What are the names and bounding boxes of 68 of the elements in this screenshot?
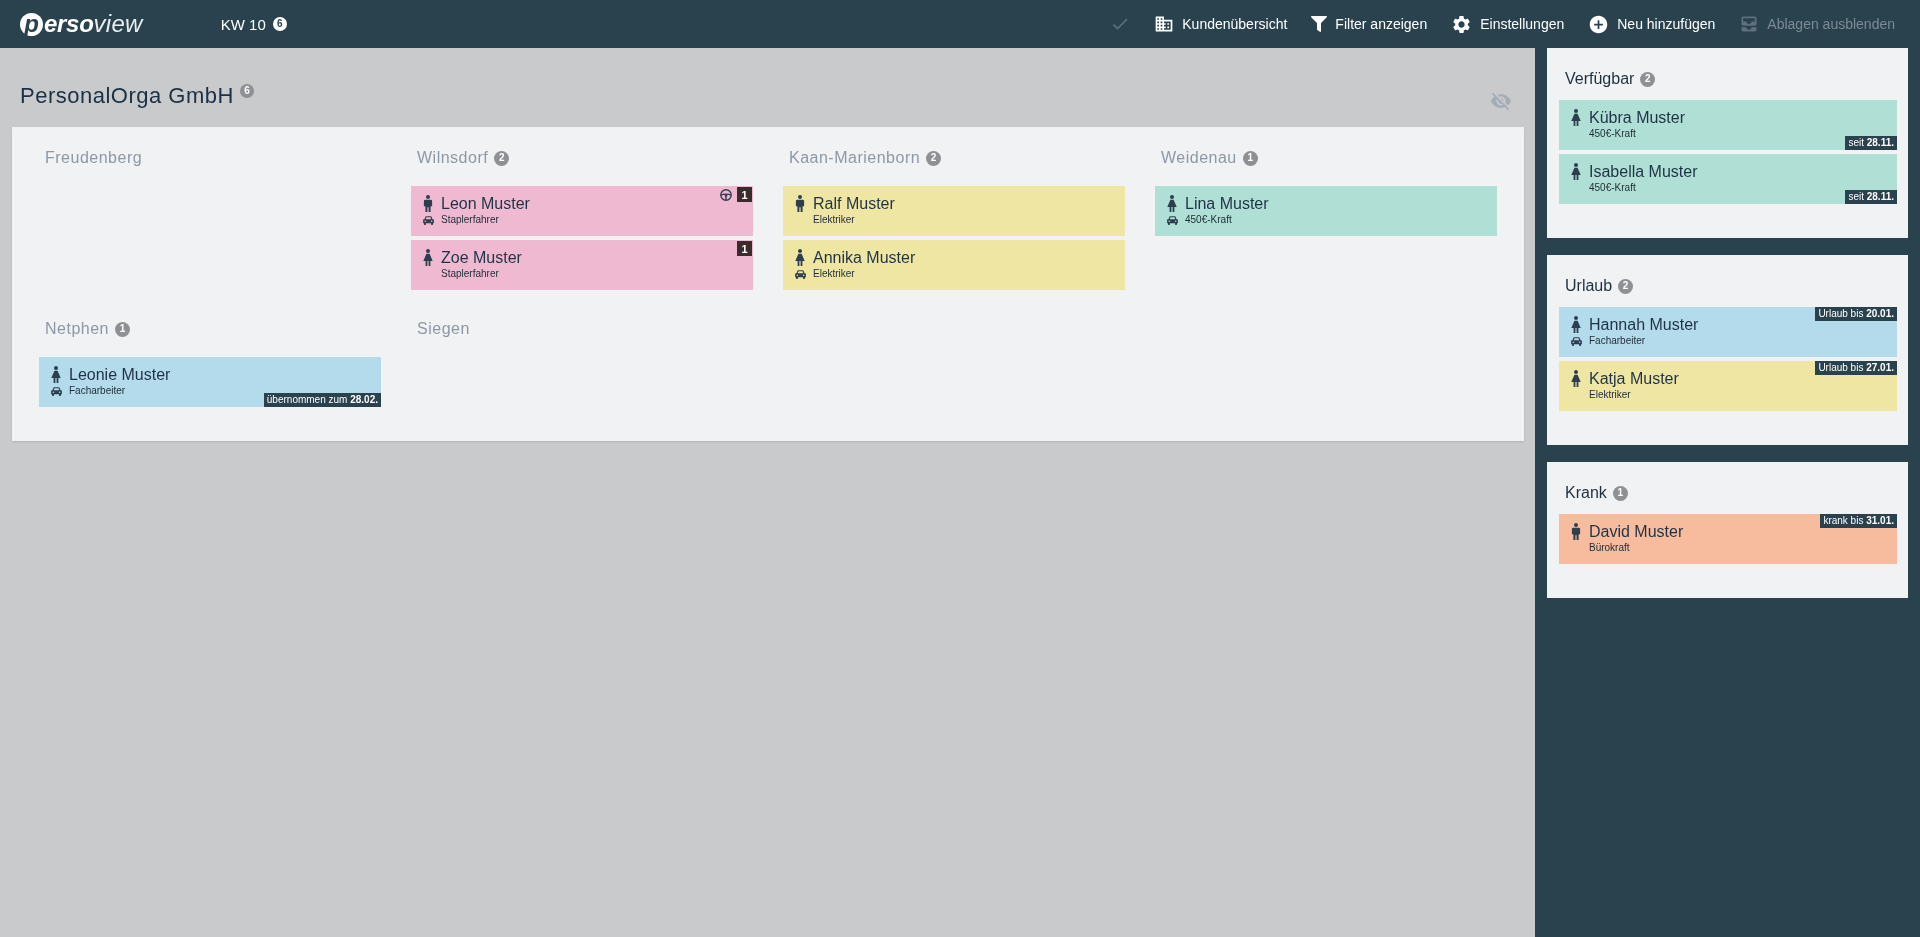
location-title: Weidenau xyxy=(1161,149,1237,167)
count-badge: 1 xyxy=(1612,485,1628,501)
inbox-tray-icon xyxy=(1739,14,1760,34)
role-label: Elektriker xyxy=(1589,389,1632,401)
panel-title: Verfügbar xyxy=(1565,70,1635,88)
role-label: Staplerfahrer xyxy=(441,214,500,226)
building-icon xyxy=(1154,14,1175,34)
status-tag: seit 28.11. xyxy=(1845,136,1897,150)
person-card[interactable]: Annika Muster Elektriker xyxy=(783,240,1125,290)
week-selector[interactable]: KW 10 6 xyxy=(220,15,287,33)
role-label: Bürokraft xyxy=(1589,542,1631,554)
person-name: Isabella Muster xyxy=(1589,162,1698,181)
panel-title: Urlaub xyxy=(1565,277,1613,295)
count-badge: 6 xyxy=(239,84,254,98)
person-name: Leonie Muster xyxy=(69,365,171,384)
person-name: Ralf Muster xyxy=(813,194,895,213)
person-card[interactable]: Zoe Muster Staplerfahrer 1 xyxy=(411,240,753,290)
person-card[interactable]: David Muster Bürokraft krank bis 31.01. xyxy=(1559,514,1897,564)
count-badge: 1 xyxy=(115,321,130,337)
toolbar-button[interactable]: Filter anzeigen xyxy=(1311,16,1428,32)
status-tag: seit 28.11. xyxy=(1845,190,1897,204)
person-name: Katja Muster xyxy=(1589,369,1679,388)
person-card[interactable]: Lina Muster 450€-Kraft xyxy=(1155,186,1497,236)
person-name: Zoe Muster xyxy=(441,248,522,267)
count-badge: 2 xyxy=(926,150,942,166)
panel-title: Krank xyxy=(1565,484,1607,502)
role-label: 450€-Kraft xyxy=(1589,128,1637,140)
count-badge: 2 xyxy=(1618,278,1634,294)
status-tag: Urlaub bis 27.01. xyxy=(1815,361,1897,375)
role-label: 450€-Kraft xyxy=(1185,214,1233,226)
count-badge: 6 xyxy=(272,17,287,31)
person-card[interactable]: Leon Muster Staplerfahrer 1 xyxy=(411,186,753,236)
role-label: Facharbeiter xyxy=(69,385,127,397)
toolbar-button[interactable]: Einstellungen xyxy=(1451,13,1565,35)
count-badge: 1 xyxy=(737,241,752,256)
count-badge: 1 xyxy=(737,187,752,202)
person-card[interactable]: Leonie Muster Facharbeiter übernommen zum 28.02. xyxy=(39,357,381,407)
status-tag: übernommen zum 28.02. xyxy=(263,393,381,407)
role-label: Elektriker xyxy=(813,214,856,226)
location-title: Kaan-Marienborn xyxy=(789,149,921,167)
person-card[interactable]: Hannah Muster Facharbeiter Urlaub bis 20.01. xyxy=(1559,307,1897,357)
location-title: Wilnsdorf xyxy=(417,149,489,167)
person-name: Annika Muster xyxy=(813,248,916,267)
toolbar-button[interactable]: Neu hinzufügen xyxy=(1588,13,1716,35)
person-card[interactable]: Katja Muster Elektriker Urlaub bis 27.01. xyxy=(1559,361,1897,411)
count-badge: 2 xyxy=(494,150,510,166)
person-card[interactable]: Isabella Muster 450€-Kraft seit 28.11. xyxy=(1559,154,1897,204)
status-tag: Urlaub bis 20.01. xyxy=(1815,307,1897,321)
person-name: Leon Muster xyxy=(441,194,530,213)
person-card[interactable]: Ralf Muster Elektriker xyxy=(783,186,1125,236)
status-tag: krank bis 31.01. xyxy=(1820,514,1897,528)
filter-icon xyxy=(1311,16,1328,32)
location-title: Siegen xyxy=(417,320,470,338)
person-card[interactable]: Kübra Muster 450€-Kraft seit 28.11. xyxy=(1559,100,1897,150)
role-label: 450€-Kraft xyxy=(1589,182,1637,194)
person-name: Hannah Muster xyxy=(1589,315,1699,334)
role-label: Staplerfahrer xyxy=(441,268,500,280)
person-name: Lina Muster xyxy=(1185,194,1269,213)
toolbar-button[interactable]: Kundenübersicht xyxy=(1154,14,1288,34)
location-title: Freudenberg xyxy=(45,149,143,167)
count-badge: 2 xyxy=(1640,71,1656,87)
count-badge: 1 xyxy=(1242,150,1258,166)
role-label: Elektriker xyxy=(813,268,856,280)
person-name: David Muster xyxy=(1589,522,1684,541)
person-name: Kübra Muster xyxy=(1589,108,1686,127)
role-label: Facharbeiter xyxy=(1589,335,1647,347)
location-title: Netphen xyxy=(45,320,109,338)
company-title: PersonalOrga GmbH xyxy=(20,83,234,109)
